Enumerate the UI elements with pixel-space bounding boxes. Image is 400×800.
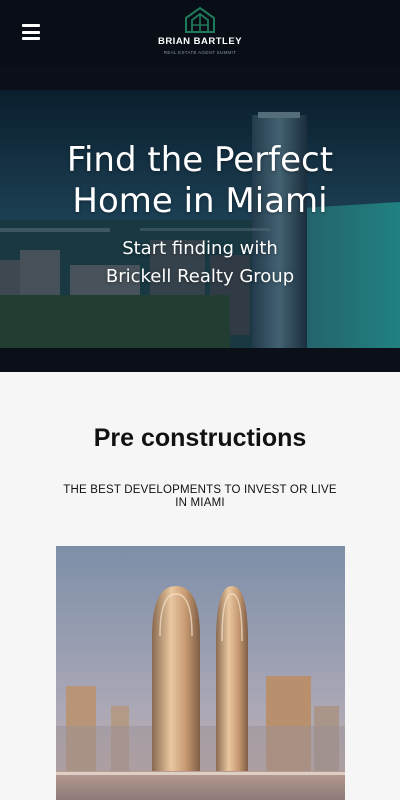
hero-bottom-strip (0, 348, 400, 372)
hamburger-menu-icon[interactable] (22, 24, 40, 40)
preconstructions-section: Pre constructions THE BEST DEVELOPMENTS … (0, 372, 400, 800)
header-divider (0, 66, 400, 90)
site-logo[interactable]: BRIAN BARTLEY REAL ESTATE AGENT SUMMIT (140, 6, 260, 62)
hero-title: Find the Perfect Home in Miami (66, 140, 334, 221)
hero-subtitle: Start finding with Brickell Realty Group (105, 238, 295, 287)
logo-tagline: REAL ESTATE AGENT SUMMIT (163, 50, 237, 55)
twin-towers-image (56, 546, 345, 800)
section-subtitle: THE BEST DEVELOPMENTS TO INVEST OR LIVE … (63, 484, 337, 509)
logo-name: BRIAN BARTLEY (157, 36, 243, 47)
site-header: BRIAN BARTLEY REAL ESTATE AGENT SUMMIT (0, 0, 400, 66)
development-card-image[interactable] (56, 546, 345, 800)
hero-banner: Find the Perfect Home in Miami Start fin… (0, 90, 400, 348)
house-logo-icon (185, 6, 215, 33)
section-title: Pre constructions (93, 424, 307, 452)
